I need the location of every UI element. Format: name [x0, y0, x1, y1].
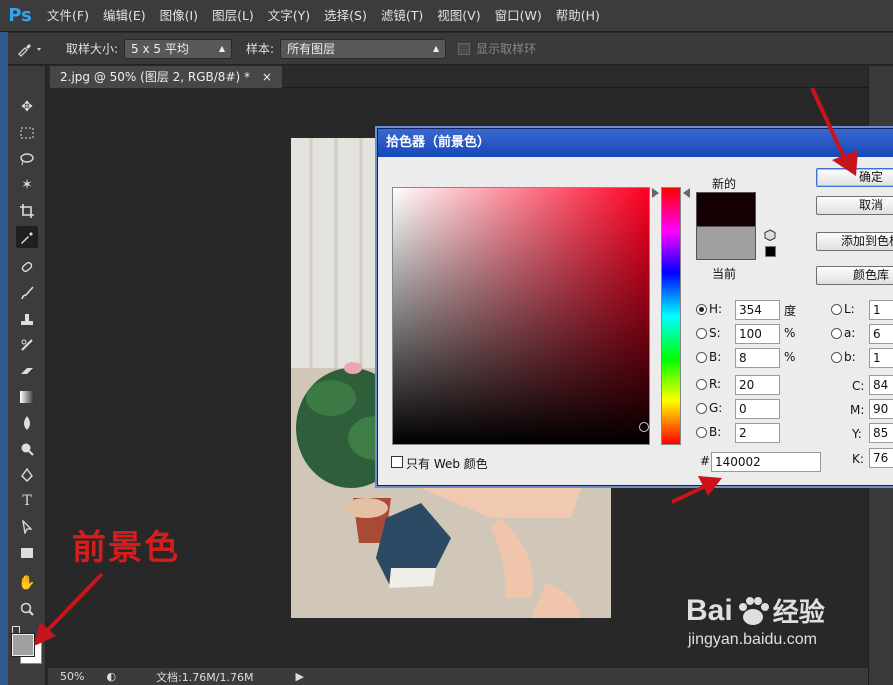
- watermark-brand: Bai: [686, 593, 733, 627]
- annotation-arrows: [34, 87, 858, 646]
- annotation-label: 前景色: [72, 528, 180, 568]
- watermark-brand-suffix: 经验: [772, 598, 825, 628]
- baidu-watermark: Bai 经验 jingyan.baidu.com: [686, 592, 825, 649]
- watermark-url: jingyan.baidu.com: [688, 631, 817, 648]
- photoshop-window: Ps 文件(F) 编辑(E) 图像(I) 图层(L) 文字(Y) 选择(S) 滤…: [0, 0, 893, 685]
- paw-icon: [735, 595, 771, 627]
